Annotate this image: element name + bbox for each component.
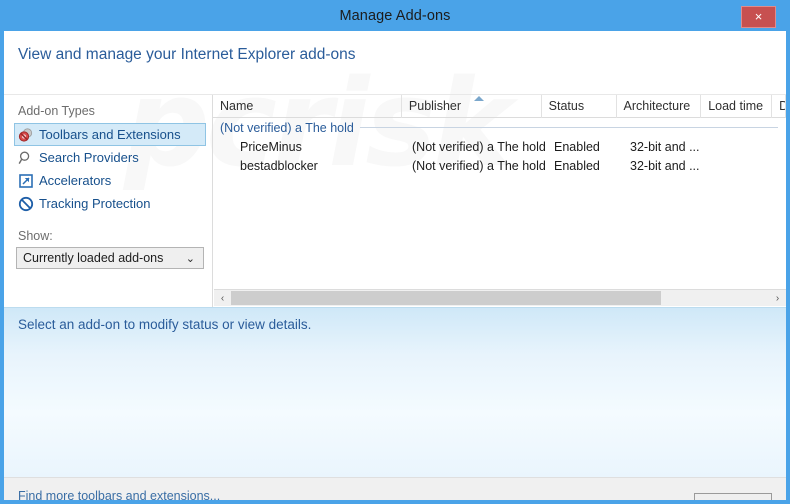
table-row[interactable]: bestadblocker (Not verified) a The hold …: [213, 156, 786, 175]
cell-name: bestadblocker: [240, 158, 318, 173]
tracking-protection-icon: [18, 196, 34, 212]
sidebar-item-label: Accelerators: [39, 173, 112, 188]
cell-publisher: (Not verified) a The hold: [412, 158, 546, 173]
column-header-name[interactable]: Name: [213, 95, 402, 118]
scroll-right-icon[interactable]: ›: [769, 290, 786, 307]
sidebar-item-label: Tracking Protection: [39, 196, 151, 211]
sidebar-item-tracking-protection[interactable]: Tracking Protection: [14, 192, 206, 215]
main-split: Add-on Types Toolbars and Extensions Sea…: [4, 95, 786, 307]
addon-list-pane: Name Publisher Status Architecture Load …: [213, 95, 786, 307]
title-bar: Manage Add-ons ×: [4, 4, 786, 31]
column-header-load-time[interactable]: Load time: [701, 95, 773, 118]
search-providers-icon: [18, 150, 34, 166]
group-header-label: (Not verified) a The hold: [220, 120, 354, 135]
close-button[interactable]: Close: [694, 493, 772, 500]
cell-architecture: 32-bit and ...: [630, 139, 700, 154]
footer-bar: Find more toolbars and extensions... Lea…: [4, 477, 786, 500]
sidebar-item-label: Toolbars and Extensions: [39, 127, 181, 142]
window-title: Manage Add-ons: [339, 8, 451, 24]
column-header-architecture[interactable]: Architecture: [617, 95, 702, 118]
toolbars-extensions-icon: [18, 127, 34, 143]
group-header-rule: [359, 127, 778, 128]
show-filter-label: Show:: [18, 229, 53, 243]
find-more-toolbars-link[interactable]: Find more toolbars and extensions...: [18, 489, 220, 500]
accelerators-icon: [18, 173, 34, 189]
sort-ascending-icon: [474, 96, 484, 101]
heading-strip: View and manage your Internet Explorer a…: [4, 31, 786, 94]
show-filter-dropdown[interactable]: Currently loaded add-ons ⌄: [16, 247, 204, 269]
client-area: pcrisk risk.com View and manage your Int…: [4, 31, 786, 500]
addon-rows: (Not verified) a The hold PriceMinus (No…: [213, 118, 786, 307]
cell-name: PriceMinus: [240, 139, 302, 154]
scroll-left-icon[interactable]: ‹: [214, 290, 231, 307]
cell-status: Enabled: [554, 139, 600, 154]
scrollbar-track[interactable]: [231, 290, 769, 307]
group-header-row[interactable]: (Not verified) a The hold: [213, 118, 786, 137]
sidebar-item-search-providers[interactable]: Search Providers: [14, 146, 206, 169]
page-title: View and manage your Internet Explorer a…: [18, 46, 356, 63]
sidebar-nav: Toolbars and Extensions Search Providers: [14, 123, 206, 215]
column-header-row: Name Publisher Status Architecture Load …: [213, 95, 786, 118]
sidebar-title: Add-on Types: [18, 104, 95, 118]
cell-status: Enabled: [554, 158, 600, 173]
table-row[interactable]: PriceMinus (Not verified) a The hold Ena…: [213, 137, 786, 156]
chevron-down-icon: ⌄: [185, 252, 195, 265]
cell-architecture: 32-bit and ...: [630, 158, 700, 173]
sidebar-item-accelerators[interactable]: Accelerators: [14, 169, 206, 192]
column-header-status[interactable]: Status: [542, 95, 617, 118]
details-panel: Select an add-on to modify status or vie…: [4, 307, 786, 477]
sidebar-item-toolbars-and-extensions[interactable]: Toolbars and Extensions: [14, 123, 206, 146]
cell-publisher: (Not verified) a The hold: [412, 139, 546, 154]
sidebar: Add-on Types Toolbars and Extensions Sea…: [4, 95, 213, 307]
details-message: Select an add-on to modify status or vie…: [18, 317, 312, 332]
manage-addons-window: Manage Add-ons × pcrisk risk.com View an…: [0, 0, 790, 504]
show-filter-value: Currently loaded add-ons: [23, 251, 164, 265]
window-close-button[interactable]: ×: [741, 6, 776, 28]
sidebar-item-label: Search Providers: [39, 150, 139, 165]
column-header-publisher-label: Publisher: [408, 99, 462, 113]
horizontal-scrollbar[interactable]: ‹ ›: [214, 289, 786, 306]
scrollbar-thumb[interactable]: [231, 290, 662, 305]
column-header-partial[interactable]: D: [772, 95, 786, 118]
column-header-publisher[interactable]: Publisher: [402, 95, 542, 118]
